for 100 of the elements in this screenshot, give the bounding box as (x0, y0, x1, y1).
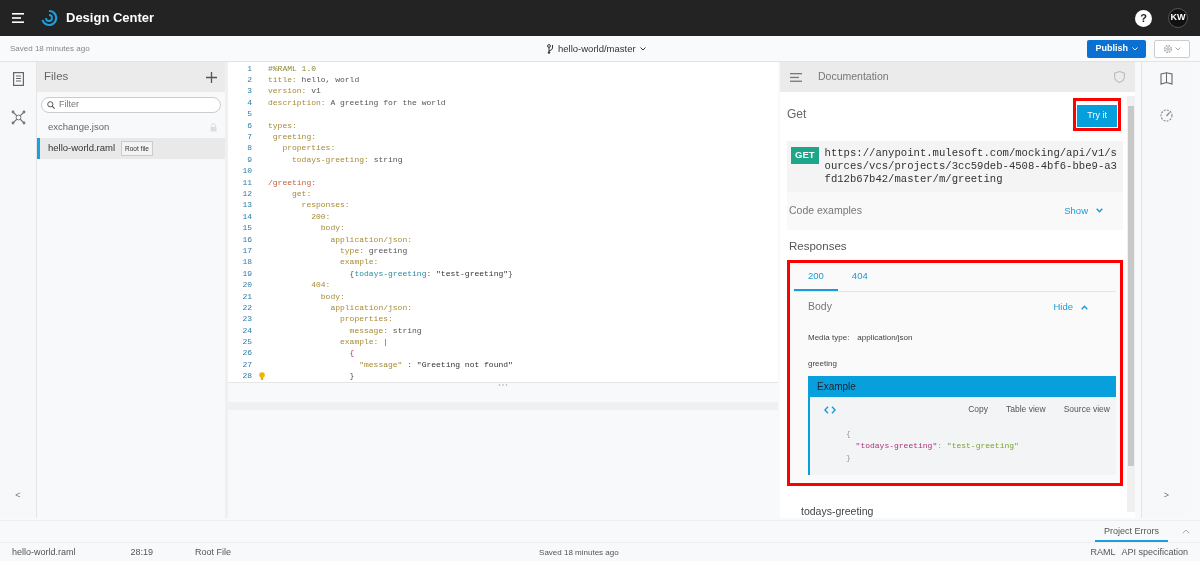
line-number: 4 (246, 96, 252, 109)
line-number: 12 (241, 188, 252, 200)
line-number: 17 (241, 244, 252, 257)
endpoint-url: https://anypoint.mulesoft.com/mocking/api/v1/sources/vcs/projects/3cc59deb-4508-4bf6-bbe9-a3fd12b67b42/master/m/greeting (824, 146, 1117, 186)
app-title: Design Center (66, 9, 155, 28)
field-label: Media type: (808, 332, 850, 345)
filter-field[interactable]: Filter (41, 97, 221, 113)
caret-icon (1132, 46, 1138, 51)
section-label: Body (808, 299, 832, 315)
gauge-icon[interactable] (1160, 109, 1173, 122)
status-file: hello-world.raml (12, 545, 76, 559)
line-number: 8 (246, 142, 252, 155)
response-tab[interactable]: 200 (794, 263, 838, 292)
code-line: 200: (310, 210, 331, 223)
line-number: 13 (241, 199, 252, 212)
line-number: 5 (246, 108, 252, 121)
file-item[interactable]: exchange.json (37, 117, 225, 138)
collapse-toggle[interactable]: < (15, 488, 21, 502)
line-number: 11 (241, 176, 252, 189)
code-icon[interactable] (824, 405, 836, 414)
logo-icon (40, 9, 58, 27)
line-number: 22 (241, 301, 252, 314)
code-line: 404: (310, 279, 331, 292)
code-line: { (348, 347, 355, 360)
shield-icon (1114, 71, 1125, 83)
publish-button[interactable]: Publish (1087, 39, 1146, 58)
line-number: 6 (246, 119, 252, 132)
hide-toggle[interactable]: Hide (1053, 300, 1088, 315)
document-icon[interactable] (12, 72, 24, 86)
book-icon[interactable] (1160, 72, 1173, 85)
branch-icon (547, 44, 554, 55)
line-number: 25 (241, 336, 252, 349)
user-avatar[interactable]: KW (1168, 8, 1188, 28)
chevron-icon (1096, 208, 1103, 214)
section-heading: Responses (788, 238, 848, 254)
code-line: types: (268, 119, 297, 132)
code-line: example: | (339, 336, 389, 349)
code-line: todays-greeting: string (291, 153, 403, 166)
lightbulb-icon[interactable] (259, 372, 265, 381)
line-number: 14 (241, 210, 252, 223)
expand-toggle[interactable]: > (1163, 488, 1170, 502)
line-number: 27 (241, 358, 252, 371)
code-line: application/json: (329, 301, 413, 314)
method-heading: Get (787, 106, 807, 124)
menu-icon[interactable] (12, 13, 24, 23)
code-line: title: hello, world (268, 74, 360, 87)
code-line: application/json: (329, 233, 413, 246)
section-label: Code examples (789, 202, 862, 218)
code-line: example: (339, 256, 379, 269)
line-number: 16 (241, 233, 252, 246)
gear-icon (1163, 43, 1173, 54)
line-number: 15 (241, 222, 252, 235)
code-line: version: v1 (268, 85, 321, 98)
save-status: Saved 18 minutes ago (539, 546, 619, 559)
filter-input[interactable]: Filter (59, 98, 209, 112)
save-status: Saved 18 minutes ago (10, 42, 90, 55)
caret-icon (1175, 46, 1181, 51)
file-type: Root File (195, 545, 232, 559)
try-it-button[interactable]: Try it (1076, 103, 1118, 128)
code-line: body: (319, 290, 345, 303)
spec-type: API specification (1121, 545, 1188, 559)
example-action[interactable]: Copy (968, 403, 988, 416)
code-line: {todays-greeting: "test-greeting"} (348, 267, 513, 280)
code-line: get: (291, 188, 312, 200)
code-line: body: (319, 222, 345, 235)
code-line: #%RAML 1.0 (268, 62, 316, 75)
example-action[interactable]: Table view (1006, 403, 1046, 416)
code-line: type: greeting (339, 244, 408, 257)
help-button[interactable]: ? (1135, 9, 1152, 27)
line-number: 18 (241, 256, 252, 269)
line-number: 26 (241, 347, 252, 360)
panel-title: Files (44, 69, 69, 85)
settings-button[interactable] (1154, 39, 1190, 58)
example-action[interactable]: Source view (1063, 403, 1110, 416)
code-line: } (846, 452, 852, 464)
search-icon (47, 101, 55, 109)
code-line: greeting: (271, 131, 316, 144)
line-number: 9 (246, 153, 252, 166)
cursor-position: 28:19 (130, 545, 154, 559)
branch-selector[interactable]: hello-world/master (547, 42, 646, 57)
show-toggle[interactable]: Show (1064, 203, 1103, 218)
code-line: "todays-greeting": "test-greeting" (854, 440, 1020, 452)
type-name: greeting (808, 359, 837, 369)
code-line: responses: (300, 199, 350, 212)
property-name: todays-greeting (800, 504, 875, 518)
chevron-icon[interactable] (1182, 529, 1190, 534)
add-icon[interactable] (206, 71, 217, 83)
code-line: description: A greeting for the world (268, 96, 446, 109)
line-number: 21 (241, 290, 252, 303)
network-icon[interactable] (10, 110, 26, 125)
language-label: RAML (1090, 545, 1116, 559)
line-number: 7 (246, 131, 252, 144)
line-number: 28 (241, 370, 252, 383)
example-header: Example (808, 376, 1116, 398)
code-line: message: string (348, 324, 422, 337)
chevron-icon (1081, 304, 1088, 310)
line-number: 20 (241, 279, 252, 292)
code-line: properties: (281, 142, 336, 155)
response-tab[interactable]: 404 (837, 263, 882, 292)
code-line: /greeting: (268, 176, 316, 189)
